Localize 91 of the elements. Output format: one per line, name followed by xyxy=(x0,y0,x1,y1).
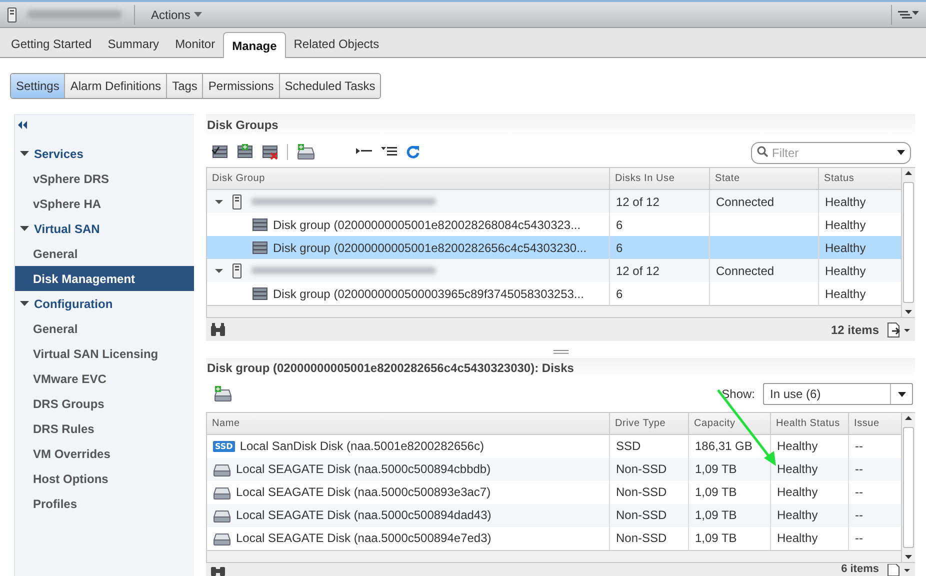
expanded-caret-icon[interactable] xyxy=(20,150,29,156)
table-cell-text: Local SanDisk Disk (naa.5001e8200282656c) xyxy=(240,438,484,456)
disk-checklist-icon[interactable] xyxy=(212,144,228,160)
splitter-handle-icon[interactable] xyxy=(552,350,568,356)
subtab[interactable]: Scheduled Tasks xyxy=(278,74,380,98)
table-row[interactable]: Disk group (02000000005001e820028268084c5430323... 6 Healthy xyxy=(207,213,901,236)
search-icon xyxy=(757,146,768,158)
collapse-left-icon[interactable] xyxy=(18,121,28,129)
expanded-caret-icon[interactable] xyxy=(215,268,223,274)
sidebar-section[interactable]: Services xyxy=(34,144,84,162)
disk-remove-icon[interactable] xyxy=(262,144,278,160)
table-row[interactable]: SSD Local SanDisk Disk (naa.5001e8200282656c) SSD 186,31 GB Healthy -- xyxy=(207,434,901,458)
refresh-icon[interactable] xyxy=(406,145,420,160)
table-cell-text: Local SEAGATE Disk (naa.5000c500893e3ac7) xyxy=(236,484,491,502)
sidebar-section[interactable]: Configuration xyxy=(34,294,113,312)
vertical-scrollbar[interactable] xyxy=(901,412,915,562)
actions-menu[interactable]: Actions xyxy=(147,6,206,24)
menu-caret-icon[interactable] xyxy=(898,8,920,20)
sidebar-item[interactable]: DRS Rules xyxy=(15,416,194,441)
caret-icon xyxy=(898,392,906,397)
sidebar-item[interactable]: Host Options xyxy=(15,466,194,491)
sidebar-item[interactable]: Disk Management xyxy=(15,266,194,291)
server-icon xyxy=(5,6,19,22)
filter-field[interactable]: Filter xyxy=(751,142,911,164)
export-icon[interactable] xyxy=(887,322,911,338)
table-row[interactable]: Disk group (02000000005001e8200282656c4c54303230... 6 Healthy xyxy=(207,236,901,260)
horizontal-scrollbar[interactable] xyxy=(207,305,901,318)
expanded-caret-icon[interactable] xyxy=(215,198,223,205)
table-row[interactable]: Local SEAGATE Disk (naa.5000c500894e7ed3) Non-SSD 1,09 TB Healthy -- xyxy=(207,526,901,550)
server-icon xyxy=(230,194,244,210)
server-icon xyxy=(230,262,244,279)
table-row[interactable]: 12 of 12 Connected Healthy xyxy=(207,190,901,214)
disk-array-icon xyxy=(252,286,268,302)
subtab[interactable]: Alarm Definitions xyxy=(64,74,166,98)
export-icon[interactable] xyxy=(887,564,911,576)
subtab[interactable]: Settings xyxy=(11,74,64,98)
panel-title: Disk group (02000000005001e8200282656c4c5430323030): Disks xyxy=(206,360,574,377)
disk-array-icon xyxy=(252,240,268,256)
sidebar-item[interactable]: General xyxy=(15,241,194,266)
expanded-caret-icon[interactable] xyxy=(20,300,29,306)
table-row[interactable]: Local SEAGATE Disk (naa.5000c500893e3ac7) Non-SSD 1,09 TB Healthy -- xyxy=(207,480,901,504)
show-label: Show: xyxy=(722,386,755,404)
sidebar-item[interactable]: vSphere DRS xyxy=(15,166,194,191)
column-header[interactable]: Disk Group xyxy=(207,168,609,190)
sidebar-item[interactable]: VM Overrides xyxy=(15,441,194,466)
table-row[interactable]: 12 of 12 Connected Healthy xyxy=(207,259,901,282)
tab[interactable]: Related Objects xyxy=(286,31,388,57)
table-row[interactable]: Local SEAGATE Disk (naa.5000c500894cbbdb) Non-SSD 1,09 TB Healthy -- xyxy=(207,458,901,481)
tab[interactable]: Monitor xyxy=(167,31,224,57)
horizontal-scrollbar[interactable] xyxy=(207,550,901,562)
caret-icon xyxy=(897,150,905,156)
item-count: 12 items xyxy=(830,322,879,339)
sidebar-item[interactable]: vSphere HA xyxy=(15,191,194,216)
column-header[interactable]: Capacity xyxy=(688,412,770,434)
tab[interactable]: Getting Started xyxy=(3,31,100,57)
table-cell-text: Local SEAGATE Disk (naa.5000c500894cbbdb) xyxy=(236,461,491,478)
panel-title: Disk Groups xyxy=(206,117,278,134)
disk-add-icon[interactable] xyxy=(237,144,253,160)
sidebar-item[interactable]: Profiles xyxy=(15,491,194,516)
disk-array-icon xyxy=(252,216,268,233)
column-header[interactable]: Disks In Use xyxy=(609,168,709,190)
table-row[interactable]: Disk group (0200000000500003965c89f3745058303253... 6 Healthy xyxy=(207,282,901,306)
column-header[interactable]: Health Status xyxy=(770,412,848,434)
drive-add-icon[interactable] xyxy=(297,144,315,160)
table-cell-text: Disk group (02000000005001e8200282656c4c54303230... xyxy=(273,240,587,257)
expanded-caret-icon[interactable] xyxy=(20,226,29,232)
vertical-scrollbar[interactable] xyxy=(901,168,915,318)
show-dropdown[interactable]: In use (6) xyxy=(763,383,913,406)
sidebar-item[interactable]: Virtual SAN Licensing xyxy=(15,341,194,366)
sidebar-item[interactable]: General xyxy=(15,316,194,341)
table-cell-text: Disk group (0200000000500003965c89f3745058303253... xyxy=(273,286,584,303)
column-header[interactable]: Name xyxy=(207,412,609,434)
table-row[interactable]: Local SEAGATE Disk (naa.5000c500894dad43) Non-SSD 1,09 TB Healthy -- xyxy=(207,504,901,527)
expand-list-icon[interactable] xyxy=(381,146,397,158)
tab[interactable]: Manage xyxy=(223,32,286,58)
table-cell-text: Local SEAGATE Disk (naa.5000c500894e7ed3) xyxy=(236,530,492,548)
subtab[interactable]: Permissions xyxy=(202,74,279,98)
item-count: 6 items xyxy=(841,563,879,576)
binoculars-icon[interactable] xyxy=(210,322,226,337)
subtab[interactable]: Tags xyxy=(166,74,202,98)
ssd-badge: SSD xyxy=(213,440,235,452)
caret-icon xyxy=(194,12,202,17)
tab[interactable]: Summary xyxy=(100,31,168,57)
table-cell-text: Local SEAGATE Disk (naa.5000c500894dad43) xyxy=(236,507,492,524)
sidebar-section[interactable]: Virtual SAN xyxy=(34,220,100,238)
column-header[interactable]: State xyxy=(709,168,818,190)
sidebar-item[interactable]: VMware EVC xyxy=(15,366,194,391)
drive-add-icon[interactable] xyxy=(214,386,232,402)
table-cell-text: Disk group (02000000005001e820028268084c5430323... xyxy=(273,216,581,234)
sidebar-item[interactable]: DRS Groups xyxy=(15,391,194,416)
column-header[interactable]: Drive Type xyxy=(609,412,688,434)
